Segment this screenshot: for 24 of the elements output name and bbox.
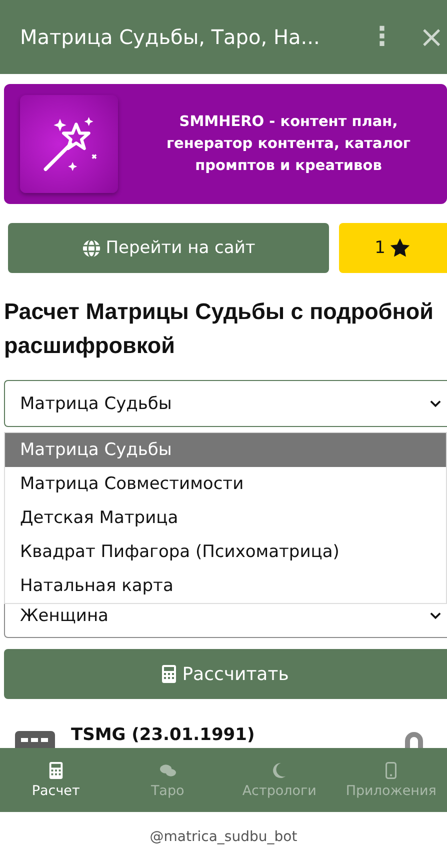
saved-calculation-title[interactable]: TSMG (23.01.1991): [71, 725, 401, 745]
dropdown-option[interactable]: Квадрат Пифагора (Психоматрица): [5, 535, 446, 569]
window-title: Матрица Судьбы, Таро, На...: [20, 25, 321, 49]
dropdown-option[interactable]: Матрица Судьбы: [5, 433, 446, 467]
banner-text: SMMHERO - контент план, генератор контента, каталог промптов и креативов: [165, 113, 412, 176]
dropdown-option[interactable]: Детская Матрица: [5, 501, 446, 535]
globe-icon: [82, 238, 101, 258]
calculator-icon: [162, 665, 176, 683]
calculation-type-select[interactable]: Матрица Судьбы: [4, 380, 447, 427]
phone-icon: [383, 762, 400, 778]
page-heading: Расчет Матрицы Судьбы с подробной расшифровкой: [4, 298, 434, 360]
star-icon: [389, 237, 412, 259]
calculator-icon: [48, 762, 64, 778]
dropdown-option[interactable]: Матрица Совместимости: [5, 467, 446, 501]
chevron-down-icon: [430, 612, 441, 620]
nav-tab[interactable]: Расчет: [0, 748, 112, 812]
ad-banner[interactable]: SMMHERO - контент план, генератор контента, каталог промптов и креативов: [4, 84, 447, 204]
moon-icon: [271, 762, 288, 778]
chat-bubbles-icon: [160, 762, 176, 778]
visit-site-button[interactable]: Перейти на сайт: [8, 223, 329, 273]
rating-button[interactable]: 1: [339, 223, 447, 273]
chevron-down-icon: [430, 400, 441, 408]
calculate-button[interactable]: Рассчитать: [4, 649, 447, 699]
bot-username: @matrica_sudbu_bot: [150, 829, 298, 845]
